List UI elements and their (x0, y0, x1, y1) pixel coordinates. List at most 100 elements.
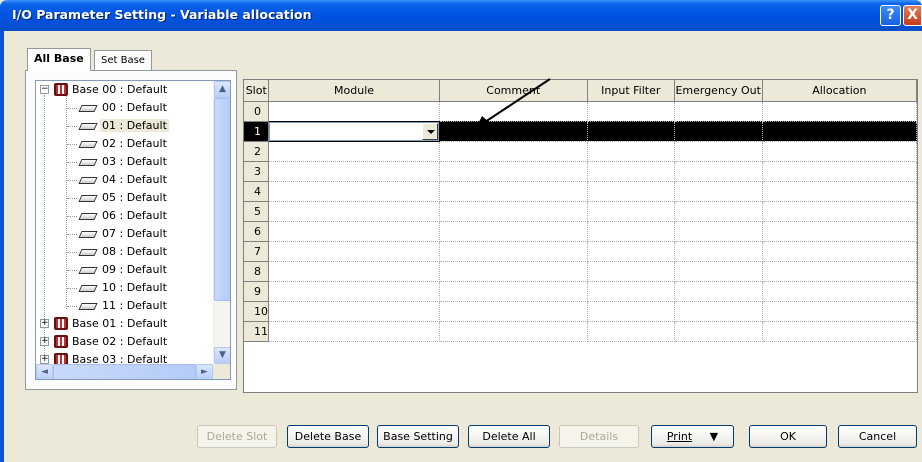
grid-cell[interactable] (439, 241, 588, 262)
slot-number-cell[interactable]: 9 (244, 281, 270, 302)
table-row[interactable]: 3 (244, 161, 917, 182)
grid-cell[interactable] (762, 181, 917, 202)
scroll-thumb[interactable] (214, 98, 230, 301)
grid-cell[interactable] (587, 201, 675, 222)
grid-cell[interactable] (762, 241, 917, 262)
tree-node-slot[interactable]: 09 : Default (36, 261, 213, 279)
table-row[interactable]: 10 (244, 301, 917, 322)
grid-cell[interactable] (268, 261, 440, 282)
delete-slot-button[interactable]: Delete Slot (197, 425, 277, 448)
grid-cell[interactable] (762, 321, 917, 342)
grid-cell[interactable] (439, 281, 588, 302)
table-row[interactable]: 7 (244, 241, 917, 262)
tab-set-base[interactable]: Set Base (94, 50, 152, 71)
grid-cell[interactable] (439, 321, 588, 342)
table-row[interactable]: 2 (244, 141, 917, 162)
slot-number-cell[interactable]: 6 (244, 221, 270, 242)
grid-cell[interactable] (587, 301, 675, 322)
table-row[interactable]: 1 (244, 120, 917, 142)
slot-number-cell[interactable]: 3 (244, 161, 270, 182)
grid-cell[interactable] (268, 161, 440, 182)
grid-cell[interactable] (674, 301, 763, 322)
slot-number-cell[interactable]: 4 (244, 181, 270, 202)
cancel-button[interactable]: Cancel (838, 425, 917, 448)
table-row[interactable]: 9 (244, 281, 917, 302)
column-header[interactable]: Input Filter (587, 80, 675, 102)
grid-cell[interactable] (674, 161, 763, 182)
grid-cell[interactable] (762, 161, 917, 182)
grid-cell[interactable] (268, 301, 440, 322)
slot-number-cell[interactable]: 8 (244, 261, 270, 282)
tree-node-slot[interactable]: 07 : Default (36, 225, 213, 243)
tree-node-base-00[interactable]: − Base 00 : Default (36, 81, 213, 99)
grid-cell[interactable] (439, 201, 588, 222)
grid-cell[interactable] (762, 121, 917, 142)
grid-cell[interactable] (439, 261, 588, 282)
grid-cell[interactable] (268, 241, 440, 262)
grid-cell[interactable] (674, 181, 763, 202)
grid-cell[interactable] (762, 221, 917, 242)
collapse-icon[interactable]: − (40, 85, 49, 94)
grid-cell[interactable] (587, 161, 675, 182)
grid-cell[interactable] (439, 161, 588, 182)
grid-cell[interactable] (674, 221, 763, 242)
grid-cell[interactable] (674, 101, 763, 122)
delete-base-button[interactable]: Delete Base (287, 425, 369, 448)
tab-all-base[interactable]: All Base (27, 48, 91, 71)
tree-node-slot[interactable]: 03 : Default (36, 153, 213, 171)
grid-cell[interactable] (674, 241, 763, 262)
tree-node-base[interactable]: + Base 01 : Default (36, 315, 213, 333)
grid-cell[interactable] (587, 141, 675, 162)
expand-icon[interactable]: + (40, 355, 49, 364)
allocation-grid[interactable]: Slot Module Comment Input Filter Emergency O… (243, 79, 918, 393)
expand-icon[interactable]: + (40, 337, 49, 346)
grid-cell[interactable] (268, 221, 440, 242)
grid-cell[interactable] (674, 201, 763, 222)
grid-cell[interactable] (439, 301, 588, 322)
tree-horizontal-scrollbar[interactable]: ◄ ► (36, 364, 213, 379)
table-row[interactable]: 0 (244, 101, 917, 122)
module-dropdown[interactable] (269, 121, 439, 141)
close-button[interactable]: X (903, 5, 922, 26)
grid-cell[interactable] (268, 321, 440, 342)
tree-node-slot[interactable]: 02 : Default (36, 135, 213, 153)
grid-cell[interactable] (268, 201, 440, 222)
scroll-right-icon[interactable]: ► (196, 364, 213, 379)
grid-cell[interactable] (268, 141, 440, 162)
expand-icon[interactable]: + (40, 319, 49, 328)
scroll-up-icon[interactable]: ▲ (214, 81, 230, 98)
title-bar[interactable]: I/O Parameter Setting - Variable allocat… (0, 0, 922, 31)
tree-node-base[interactable]: + Base 03 : Default (36, 351, 213, 364)
tree-node-slot[interactable]: 05 : Default (36, 189, 213, 207)
grid-cell[interactable] (268, 181, 440, 202)
grid-cell[interactable] (587, 321, 675, 342)
grid-cell[interactable] (268, 101, 440, 122)
ok-button[interactable]: OK (749, 425, 827, 448)
tree-node-slot[interactable]: 00 : Default (36, 99, 213, 117)
column-header[interactable]: Allocation (762, 80, 917, 102)
details-button[interactable]: Details (559, 425, 639, 448)
table-row[interactable]: 4 (244, 181, 917, 202)
grid-cell[interactable] (674, 121, 763, 142)
slot-number-cell[interactable]: 0 (244, 101, 270, 122)
table-row[interactable]: 11 (244, 321, 917, 342)
grid-cell[interactable] (439, 181, 588, 202)
grid-cell[interactable] (674, 281, 763, 302)
grid-cell[interactable] (762, 101, 917, 122)
slot-number-cell[interactable]: 7 (244, 241, 270, 262)
grid-cell[interactable] (762, 261, 917, 282)
grid-cell[interactable] (674, 141, 763, 162)
grid-cell[interactable] (762, 281, 917, 302)
grid-cell[interactable] (587, 281, 675, 302)
slot-number-cell[interactable]: 2 (244, 141, 270, 162)
tree-node-slot[interactable]: 04 : Default (36, 171, 213, 189)
grid-cell[interactable] (587, 241, 675, 262)
tree-node-slot[interactable]: 06 : Default (36, 207, 213, 225)
table-row[interactable]: 6 (244, 221, 917, 242)
grid-cell[interactable] (439, 221, 588, 242)
tree-node-base[interactable]: + Base 02 : Default (36, 333, 213, 351)
column-header[interactable]: Slot (244, 80, 270, 102)
tree-node-slot[interactable]: 10 : Default (36, 279, 213, 297)
grid-cell[interactable] (587, 181, 675, 202)
grid-cell[interactable] (674, 261, 763, 282)
